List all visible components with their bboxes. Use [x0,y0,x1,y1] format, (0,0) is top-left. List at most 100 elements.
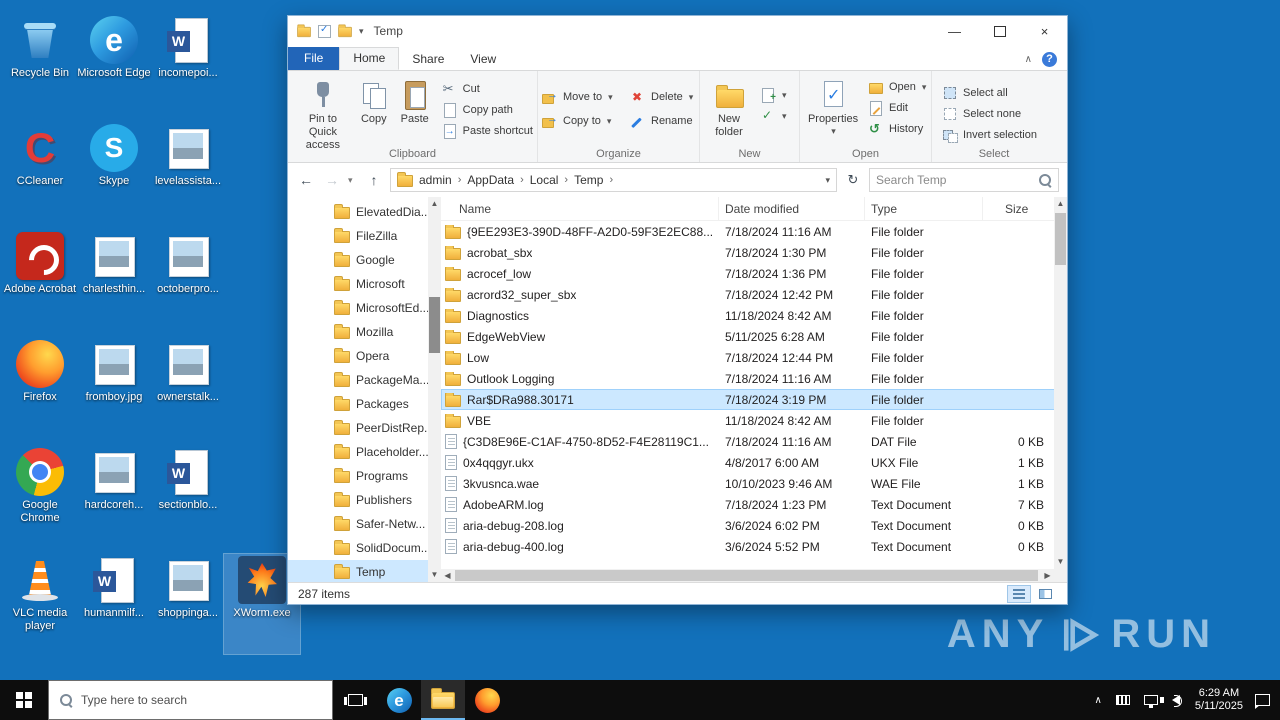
qat-properties-icon[interactable] [318,24,331,38]
desktop-icon-image[interactable]: fromboy.jpg [76,338,152,438]
properties-button[interactable]: Properties ▾ [804,77,862,139]
rename-button[interactable]: Rename [630,113,700,129]
file-row[interactable]: aria-debug-400.log 3/6/2024 5:52 PM Text D… [441,536,1067,557]
title-bar[interactable]: ▾ Temp — × [288,16,1067,46]
edit-button[interactable]: Edit [868,100,926,116]
nav-item[interactable]: SolidDocum... [288,536,428,560]
taskbar-search-box[interactable] [48,680,333,720]
file-list-vertical-scrollbar[interactable]: ▲ ▼ [1054,197,1067,569]
scroll-left-button[interactable]: ◀ [441,569,454,582]
scroll-up-button[interactable]: ▲ [1054,197,1067,211]
nav-scrollbar[interactable]: ▲ ▼ [428,197,441,582]
desktop-icon-image[interactable]: hardcoreh... [76,446,152,546]
select-none-button[interactable]: Select none [942,106,1052,122]
nav-item[interactable]: Safer-Netw... [288,512,428,536]
history-button[interactable]: History [868,121,926,137]
breadcrumb-item[interactable]: Temp [572,173,605,187]
nav-item[interactable]: Google [288,248,428,272]
taskbar-clock[interactable]: 6:29 AM 5/11/2025 [1187,687,1251,713]
nav-item[interactable]: FileZilla [288,224,428,248]
recent-locations-button[interactable]: ▾ [348,175,358,186]
breadcrumb-item[interactable]: AppData [465,173,516,187]
desktop-icon-image[interactable]: octoberpro... [150,230,226,330]
task-view-button[interactable] [333,680,377,720]
delete-button[interactable]: Delete ▾ [630,89,700,105]
close-button[interactable]: × [1022,16,1067,46]
file-row[interactable]: acrord32_super_sbx 7/18/2024 12:42 PM File… [441,284,1067,305]
ribbon-collapse-button[interactable]: ∧ [1025,54,1032,65]
breadcrumb[interactable]: admin › AppData › Local › Temp › ▾ [390,168,837,192]
move-to-button[interactable]: Move to ▾ [542,89,630,105]
nav-item[interactable]: ElevatedDia... [288,200,428,224]
taskbar-explorer-button[interactable] [421,680,465,720]
new-item-button[interactable]: ▾ [760,87,787,103]
cut-button[interactable]: Cut [442,81,533,97]
file-list-horizontal-scrollbar[interactable]: ◀ ▶ [441,569,1054,582]
search-icon[interactable] [1038,173,1052,187]
select-all-button[interactable]: Select all [942,85,1052,101]
copy-to-button[interactable]: Copy to ▾ [542,113,630,129]
tab-file[interactable]: File [288,47,340,70]
pin-to-quick-access-button[interactable]: Pin to Quick access [292,77,354,154]
desktop-icon-chrome[interactable]: Google Chrome [2,446,78,546]
file-row[interactable]: 0x4qqgyr.ukx 4/8/2017 6:00 AM UKX File 1 KB [441,452,1067,473]
taskbar-edge-button[interactable] [377,680,421,720]
file-row[interactable]: EdgeWebView 5/11/2025 6:28 AM File folder [441,326,1067,347]
refresh-button[interactable]: ↻ [843,172,863,188]
open-button[interactable]: Open ▾ [868,79,926,95]
column-header-size[interactable]: Size [983,197,1047,220]
touch-keyboard-button[interactable] [1109,680,1137,720]
file-row[interactable]: Rar$DRa988.30171 7/18/2024 3:19 PM File fo… [441,389,1067,410]
nav-item[interactable]: Opera [288,344,428,368]
qat-new-folder-icon[interactable] [338,24,352,38]
desktop-icon-image[interactable]: levelassista... [150,122,226,222]
nav-item[interactable]: Programs [288,464,428,488]
nav-scroll-thumb[interactable] [429,297,440,353]
desktop-icon-word[interactable]: humanmilf... [76,554,152,654]
tray-expand-button[interactable]: ∧ [1088,680,1109,720]
nav-scroll-up-button[interactable]: ▲ [428,197,441,211]
breadcrumb-item[interactable]: Local [528,173,561,187]
tab-home[interactable]: Home [339,47,400,70]
copy-path-button[interactable]: Copy path [442,102,533,118]
notification-center-button[interactable] [1255,694,1270,709]
nav-item[interactable]: Packages [288,392,428,416]
breadcrumb-item[interactable]: admin [417,173,454,187]
desktop-icon-skype[interactable]: Skype [76,122,152,222]
desktop-icon-ccleaner[interactable]: CCleaner [2,122,78,222]
breadcrumb-separator-icon[interactable]: › [520,174,524,186]
desktop-icon-image[interactable]: ownerstalk... [150,338,226,438]
breadcrumb-separator-icon[interactable]: › [564,174,568,186]
desktop-icon-vlc[interactable]: VLC media player [2,554,78,654]
file-row[interactable]: {9EE293E3-390D-48FF-A2D0-59F3E2EC88... 7/… [441,221,1067,242]
start-button[interactable] [0,680,48,720]
breadcrumb-separator-icon[interactable]: › [609,174,613,186]
up-button[interactable]: ↑ [364,172,384,188]
paste-button[interactable]: Paste [394,77,436,128]
breadcrumb-separator-icon[interactable]: › [458,174,462,186]
file-row[interactable]: acrocef_low 7/18/2024 1:36 PM File folder [441,263,1067,284]
qat-customize-chevron-icon[interactable]: ▾ [359,26,364,37]
address-dropdown-button[interactable]: ▾ [825,175,830,186]
column-header-type[interactable]: Type [865,197,983,220]
desktop-icon-firefox[interactable]: Firefox [2,338,78,438]
invert-selection-button[interactable]: Invert selection [942,127,1052,143]
tab-share[interactable]: Share [399,49,457,70]
new-folder-button[interactable]: New folder [704,77,754,141]
volume-button[interactable] [1159,680,1187,720]
desktop-icon-recycle[interactable]: Recycle Bin [2,14,78,114]
search-box[interactable] [869,168,1059,192]
minimize-button[interactable]: — [932,16,977,46]
nav-item[interactable]: Microsoft [288,272,428,296]
desktop-icon-word[interactable]: incomepoi... [150,14,226,114]
file-row[interactable]: Low 7/18/2024 12:44 PM File folder [441,347,1067,368]
nav-item[interactable]: Temp [288,560,428,582]
easy-access-button[interactable]: ▾ [760,108,787,124]
file-row[interactable]: Diagnostics 11/18/2024 8:42 AM File folder [441,305,1067,326]
column-header-date[interactable]: Date modified [719,197,865,220]
scroll-right-button[interactable]: ▶ [1041,569,1054,582]
file-row[interactable]: aria-debug-208.log 3/6/2024 6:02 PM Text D… [441,515,1067,536]
taskbar-firefox-button[interactable] [465,680,509,720]
scroll-down-button[interactable]: ▼ [1054,555,1067,569]
nav-item[interactable]: MicrosoftEd... [288,296,428,320]
